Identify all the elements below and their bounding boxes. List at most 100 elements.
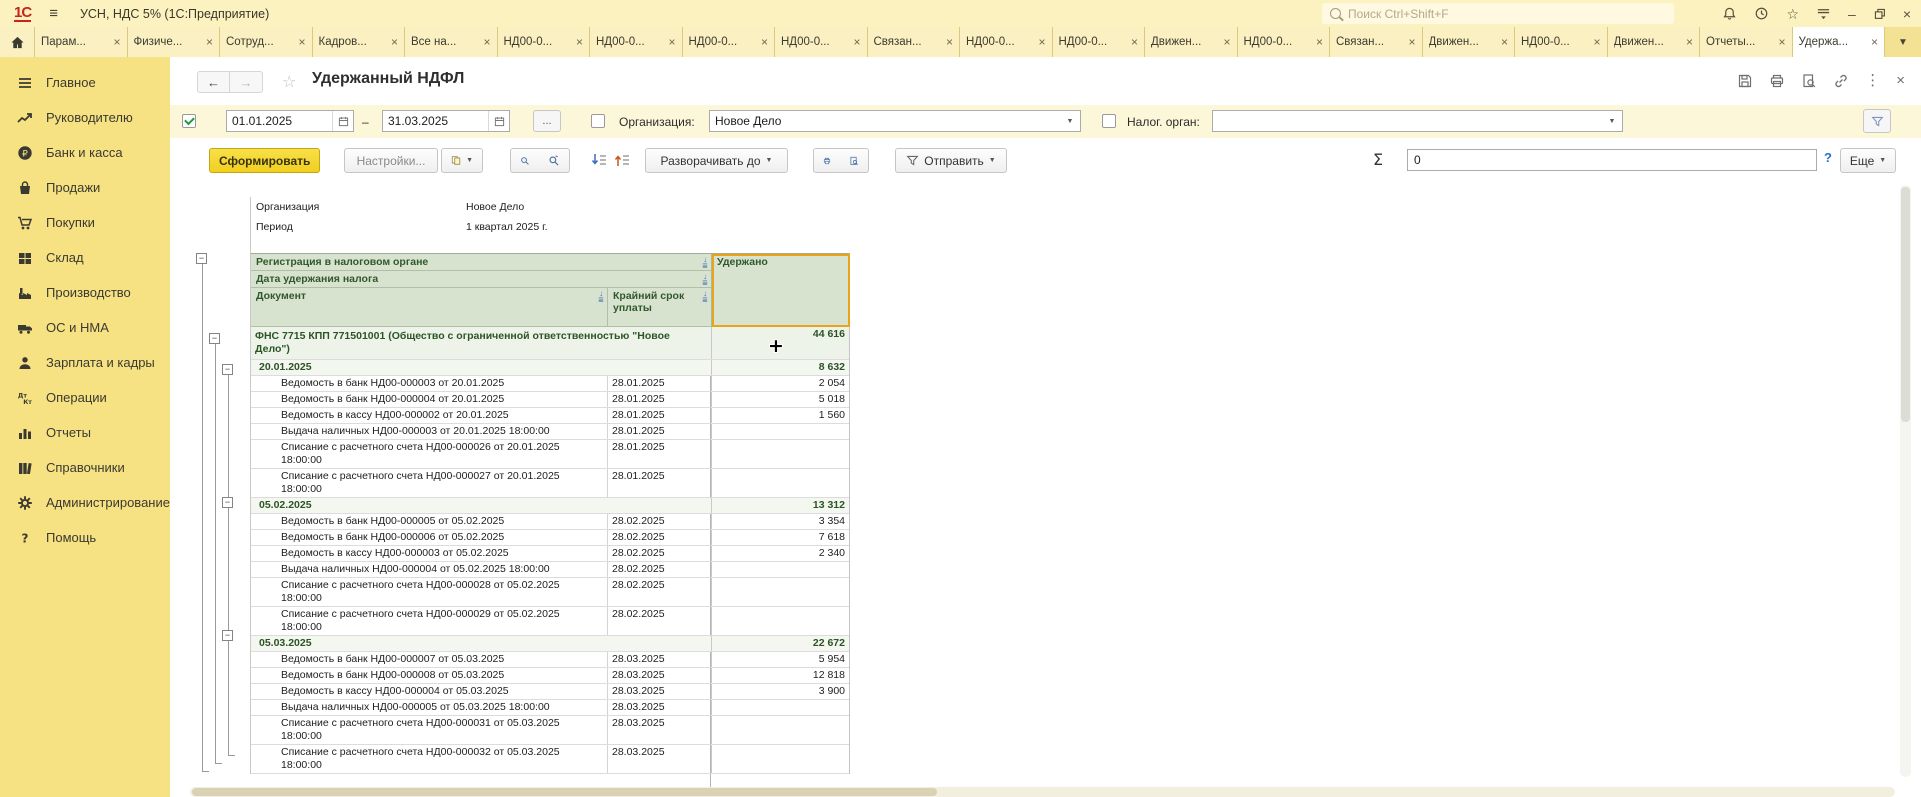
tab-close-icon[interactable]: × bbox=[1316, 36, 1323, 48]
sidebar-item-truck[interactable]: ОС и НМА bbox=[0, 310, 170, 345]
service-menu-icon[interactable] bbox=[1816, 6, 1831, 21]
tab-close-icon[interactable]: × bbox=[113, 36, 120, 48]
expand-groups-icon[interactable] bbox=[614, 152, 634, 169]
sidebar-item-dtkt[interactable]: ДтКтОперации bbox=[0, 380, 170, 415]
print-preview-icon[interactable] bbox=[1801, 73, 1817, 89]
tab[interactable]: НД00-0...× bbox=[683, 27, 776, 57]
tab-close-icon[interactable]: × bbox=[946, 36, 953, 48]
document-cell[interactable]: Списание с расчетного счета НД00-000031 … bbox=[251, 716, 607, 744]
tab[interactable]: Движен...× bbox=[1423, 27, 1516, 57]
deadline-cell[interactable]: 28.01.2025 bbox=[607, 408, 711, 423]
amount-cell[interactable] bbox=[711, 424, 850, 439]
period-checkbox[interactable] bbox=[182, 114, 196, 128]
sidebar-item-help[interactable]: ?Помощь bbox=[0, 520, 170, 555]
document-cell[interactable]: Списание с расчетного счета НД00-000029 … bbox=[251, 607, 607, 635]
amount-cell[interactable] bbox=[711, 469, 850, 497]
tax-authority-combo[interactable]: ▼ bbox=[1212, 110, 1623, 132]
tab[interactable]: Движен...× bbox=[1145, 27, 1238, 57]
vertical-scrollbar-thumb[interactable] bbox=[1901, 187, 1910, 422]
amount-cell[interactable] bbox=[711, 440, 850, 468]
group-collapse-button[interactable]: − bbox=[222, 497, 233, 508]
amount-cell[interactable] bbox=[711, 607, 850, 635]
back-button[interactable]: ← bbox=[197, 71, 230, 93]
tab[interactable]: Кадров...× bbox=[313, 27, 406, 57]
notifications-bell-icon[interactable] bbox=[1722, 6, 1737, 21]
document-cell[interactable]: Выдача наличных НД00-000005 от 05.03.202… bbox=[251, 700, 607, 715]
group-amount-cell[interactable]: 8 632 bbox=[711, 360, 850, 375]
sidebar-item-cart[interactable]: Покупки bbox=[0, 205, 170, 240]
amount-cell[interactable]: 1 560 bbox=[711, 408, 850, 423]
help-button[interactable]: ? bbox=[1824, 150, 1832, 165]
tab-close-icon[interactable]: × bbox=[1131, 36, 1138, 48]
group-date-cell[interactable]: 05.03.2025 bbox=[251, 636, 711, 651]
header-withheld-amount[interactable]: Удержано bbox=[711, 254, 850, 327]
tab-close-icon[interactable]: × bbox=[576, 36, 583, 48]
sort-icon[interactable]: ↓≣ bbox=[702, 290, 708, 305]
document-cell[interactable]: Ведомость в кассу НД00-000003 от 05.02.2… bbox=[251, 546, 607, 561]
deadline-cell[interactable]: 28.01.2025 bbox=[607, 392, 711, 407]
tab-close-icon[interactable]: × bbox=[1501, 36, 1508, 48]
deadline-cell[interactable]: 28.02.2025 bbox=[607, 562, 711, 577]
sidebar-item-factory[interactable]: Производство bbox=[0, 275, 170, 310]
sort-icon[interactable]: ↓≣ bbox=[702, 256, 708, 271]
more-button[interactable]: Еще▼ bbox=[1840, 148, 1896, 173]
document-cell[interactable]: Ведомость в банк НД00-000006 от 05.02.20… bbox=[251, 530, 607, 545]
minimize-icon[interactable]: – bbox=[1848, 7, 1856, 21]
document-cell[interactable]: Списание с расчетного счета НД00-000028 … bbox=[251, 578, 607, 606]
tab[interactable]: НД00-0...× bbox=[590, 27, 683, 57]
organization-checkbox[interactable] bbox=[591, 114, 605, 128]
tab-close-icon[interactable]: × bbox=[1593, 36, 1600, 48]
document-cell[interactable]: Выдача наличных НД00-000003 от 20.01.202… bbox=[251, 424, 607, 439]
header-withhold-date[interactable]: Дата удержания налога ↓≣ bbox=[251, 271, 711, 288]
group-amount-cell[interactable]: 22 672 bbox=[711, 636, 850, 651]
more-actions-kebab-icon[interactable]: ⋮ bbox=[1865, 74, 1880, 88]
sidebar-item-books[interactable]: Справочники bbox=[0, 450, 170, 485]
calendar-icon[interactable] bbox=[488, 111, 509, 131]
amount-cell[interactable]: 3 354 bbox=[711, 514, 850, 529]
tab-overflow-icon[interactable]: ▼ bbox=[1885, 27, 1921, 57]
save-icon[interactable] bbox=[1737, 73, 1753, 89]
amount-cell[interactable]: 2 340 bbox=[711, 546, 850, 561]
collapse-groups-icon[interactable] bbox=[591, 152, 611, 169]
calendar-icon[interactable] bbox=[332, 111, 353, 131]
tab[interactable]: Движен...× bbox=[1608, 27, 1701, 57]
tab[interactable]: НД00-0...× bbox=[1053, 27, 1146, 57]
sidebar-item-ruble[interactable]: ₽Банк и касса bbox=[0, 135, 170, 170]
tab[interactable]: НД00-0...× bbox=[960, 27, 1053, 57]
org-cell[interactable]: ФНС 7715 КПП 771501001 (Общество с огран… bbox=[251, 327, 711, 359]
header-document[interactable]: Документ ↓≣ bbox=[251, 288, 607, 326]
deadline-cell[interactable]: 28.02.2025 bbox=[607, 607, 711, 635]
deadline-cell[interactable]: 28.03.2025 bbox=[607, 684, 711, 699]
period-variants-button[interactable]: ... bbox=[533, 110, 561, 132]
deadline-cell[interactable]: 28.03.2025 bbox=[607, 668, 711, 683]
document-cell[interactable]: Ведомость в банк НД00-000003 от 20.01.20… bbox=[251, 376, 607, 391]
document-cell[interactable]: Списание с расчетного счета НД00-000027 … bbox=[251, 469, 607, 497]
tab-close-icon[interactable]: × bbox=[1408, 36, 1415, 48]
tab-close-icon[interactable]: × bbox=[1778, 36, 1785, 48]
group-collapse-button[interactable]: − bbox=[222, 364, 233, 375]
period-from-field[interactable]: 01.01.2025 bbox=[226, 110, 354, 132]
sort-icon[interactable]: ↓≣ bbox=[702, 273, 708, 288]
global-search-input[interactable]: Поиск Ctrl+Shift+F bbox=[1322, 3, 1674, 24]
group-amount-cell[interactable]: 13 312 bbox=[711, 498, 850, 513]
tab-close-icon[interactable]: × bbox=[206, 36, 213, 48]
tab-close-icon[interactable]: × bbox=[391, 36, 398, 48]
filter-settings-button[interactable] bbox=[1863, 109, 1891, 133]
deadline-cell[interactable]: 28.03.2025 bbox=[607, 652, 711, 667]
close-report-icon[interactable]: × bbox=[1896, 74, 1905, 88]
sidebar-item-warehouse[interactable]: Склад bbox=[0, 240, 170, 275]
group-collapse-button[interactable]: − bbox=[196, 253, 207, 264]
horizontal-scrollbar-thumb[interactable] bbox=[192, 788, 937, 796]
tab[interactable]: НД00-0...× bbox=[1515, 27, 1608, 57]
add-favorite-star-icon[interactable]: ☆ bbox=[282, 72, 296, 92]
tab-close-icon[interactable]: × bbox=[668, 36, 675, 48]
horizontal-scrollbar[interactable] bbox=[190, 787, 1895, 797]
tab[interactable]: Сотруд...× bbox=[220, 27, 313, 57]
tab-close-icon[interactable]: × bbox=[1871, 36, 1878, 48]
deadline-cell[interactable]: 28.02.2025 bbox=[607, 514, 711, 529]
amount-cell[interactable] bbox=[711, 578, 850, 606]
tab-close-icon[interactable]: × bbox=[761, 36, 768, 48]
group-collapse-button[interactable]: − bbox=[222, 630, 233, 641]
tab-close-icon[interactable]: × bbox=[298, 36, 305, 48]
document-cell[interactable]: Списание с расчетного счета НД00-000026 … bbox=[251, 440, 607, 468]
